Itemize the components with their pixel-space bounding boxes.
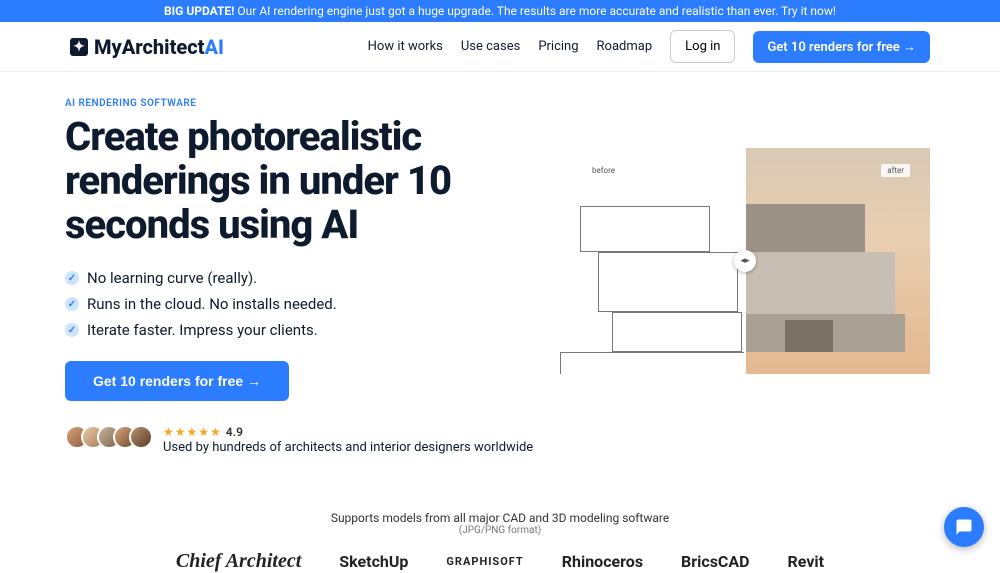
social-text: ★★★★★ 4.9 Used by hundreds of architects … [163, 425, 533, 455]
social-caption: Used by hundreds of architects and inter… [163, 440, 533, 455]
logo-chief-architect: Chief Architect [176, 550, 301, 573]
avatar [129, 425, 153, 449]
logo-revit: Revit [788, 552, 825, 571]
logo-name: MyArchitect [94, 35, 205, 59]
check-icon: ✓ [65, 271, 79, 285]
hero-cta-button[interactable]: Get 10 renders for free → [65, 361, 289, 401]
bullet-text: No learning curve (really). [87, 269, 257, 287]
header-cta-button[interactable]: Get 10 renders for free → [753, 31, 930, 63]
logo-bricscad: BricsCAD [681, 552, 749, 571]
nav-use-cases[interactable]: Use cases [461, 39, 520, 54]
bullet-item: ✓ No learning curve (really). [65, 269, 540, 287]
login-button[interactable]: Log in [670, 30, 735, 63]
logo-rhinoceros: Rhinoceros [562, 552, 643, 571]
header: ✦ MyArchitectAI How it works Use cases P… [0, 22, 1000, 72]
hero-bullets: ✓ No learning curve (really). ✓ Runs in th… [65, 269, 540, 339]
bullet-item: ✓ Iterate faster. Impress your clients. [65, 321, 540, 339]
logo[interactable]: ✦ MyArchitectAI [70, 35, 224, 59]
rating-value: 4.9 [226, 425, 243, 439]
logo-suffix: AI [205, 35, 224, 59]
chat-icon [955, 518, 973, 536]
social-proof: ★★★★★ 4.9 Used by hundreds of architects … [65, 425, 540, 455]
banner-text: Our AI rendering engine just got a huge … [237, 4, 836, 18]
hero-section: AI RENDERING SOFTWARE Create photorealis… [0, 72, 1000, 455]
bullet-text: Runs in the cloud. No installs needed. [87, 295, 337, 313]
software-logos: Chief Architect SketchUp GRAPHISOFT Rhin… [0, 550, 1000, 573]
hero-comparison: before after ◂▸ [560, 148, 930, 455]
logo-graphisoft: GRAPHISOFT [446, 555, 523, 568]
hero-title: Create photorealistic renderings in unde… [65, 115, 540, 247]
bullet-text: Iterate faster. Impress your clients. [87, 321, 318, 339]
render-side [745, 148, 930, 374]
banner-bold: BIG UPDATE! [164, 4, 234, 18]
after-label: after [881, 164, 910, 177]
nav: How it works Use cases Pricing Roadmap L… [368, 30, 930, 63]
check-icon: ✓ [65, 297, 79, 311]
check-icon: ✓ [65, 323, 79, 337]
nav-pricing[interactable]: Pricing [538, 39, 578, 54]
announcement-banner[interactable]: BIG UPDATE! Our AI rendering engine just… [0, 0, 1000, 22]
bullet-item: ✓ Runs in the cloud. No installs needed. [65, 295, 540, 313]
supports-section: Supports models from all major CAD and 3… [0, 511, 1000, 573]
logo-icon: ✦ [70, 38, 88, 56]
chat-widget-button[interactable] [944, 507, 984, 547]
supports-sub: (JPG/PNG format) [0, 525, 1000, 536]
hero-left: AI RENDERING SOFTWARE Create photorealis… [65, 98, 540, 455]
slider-handle[interactable]: ◂▸ [734, 250, 756, 272]
avatar-stack [65, 425, 153, 449]
sketch-side [560, 148, 745, 374]
nav-roadmap[interactable]: Roadmap [597, 39, 653, 54]
before-after-slider[interactable]: before after ◂▸ [560, 148, 930, 374]
nav-how-it-works[interactable]: How it works [368, 39, 443, 54]
supports-line: Supports models from all major CAD and 3… [0, 511, 1000, 525]
star-icons: ★★★★★ [163, 425, 222, 439]
logo-sketchup: SketchUp [339, 552, 408, 571]
eyebrow: AI RENDERING SOFTWARE [65, 98, 540, 109]
before-label: before [586, 164, 621, 177]
